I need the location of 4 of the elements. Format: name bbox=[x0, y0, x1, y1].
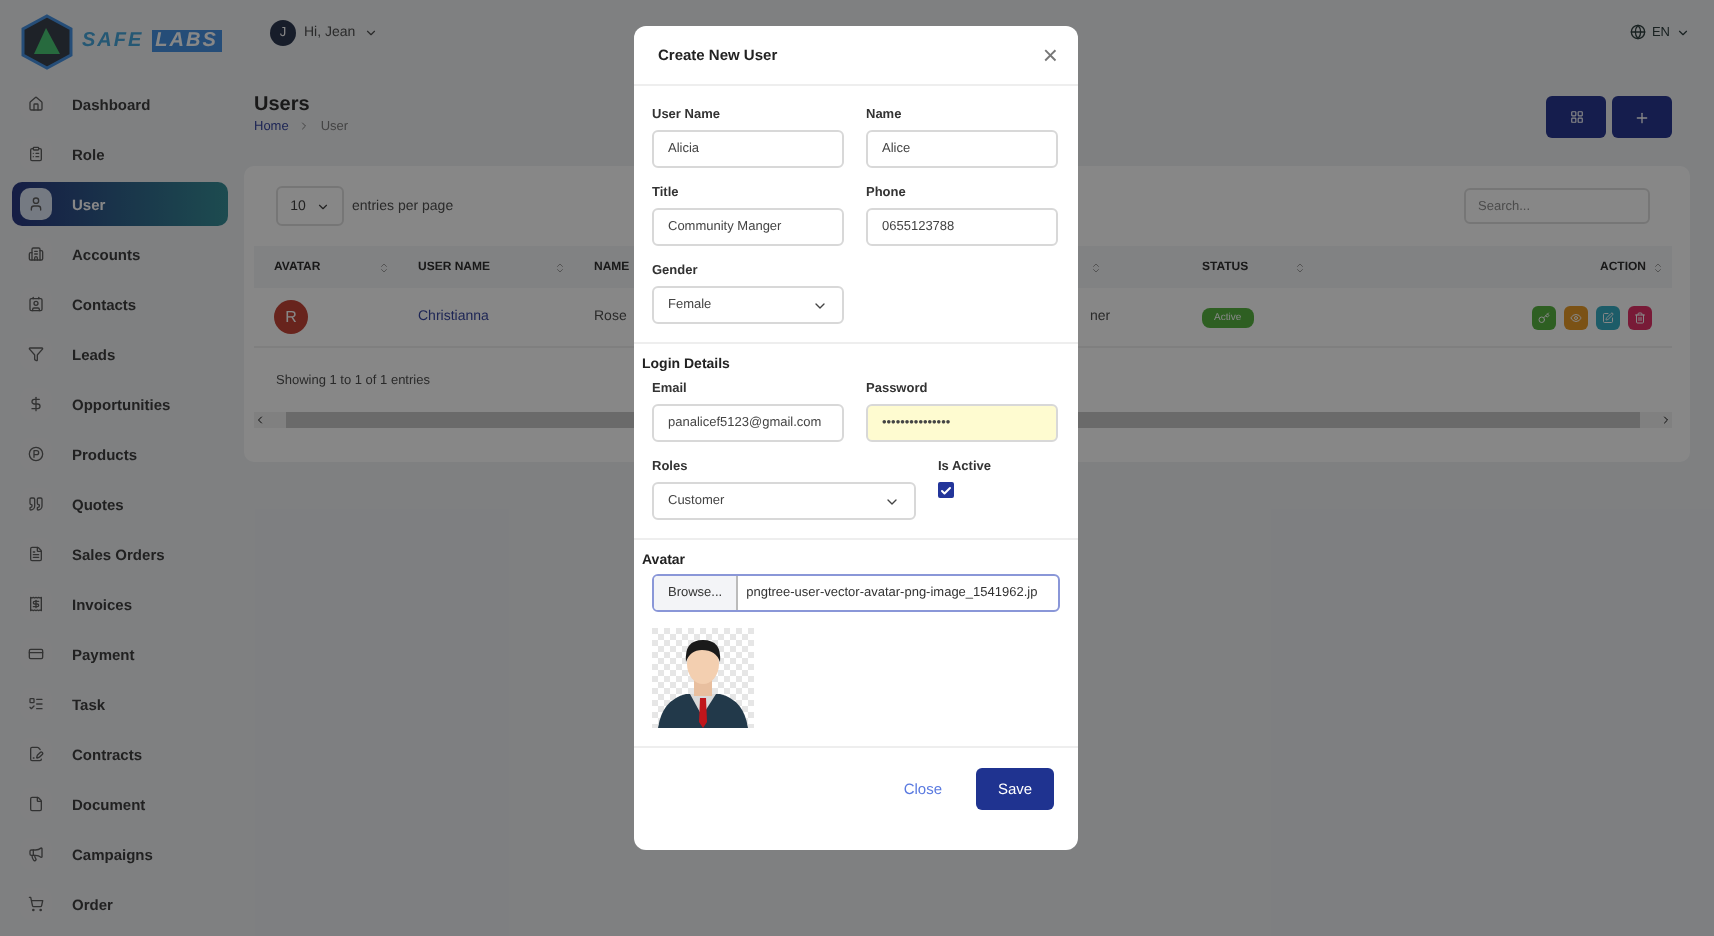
brand-name: LABS bbox=[151, 30, 222, 52]
brand-name: SAFE bbox=[82, 30, 144, 52]
avatar: R bbox=[274, 300, 308, 334]
page-title: Users bbox=[254, 94, 312, 116]
